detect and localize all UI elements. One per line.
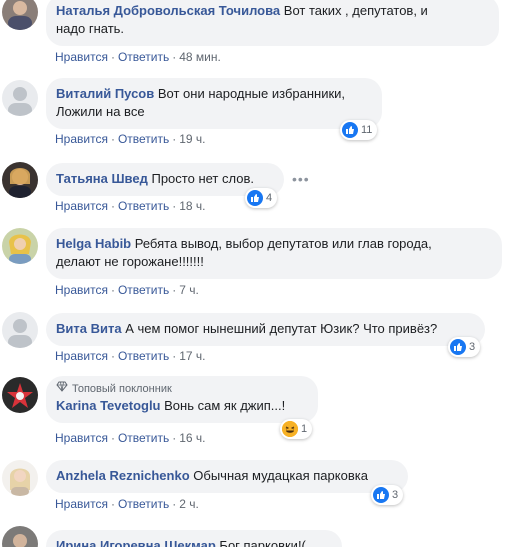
comment-actions: Нравится · Ответить · 2 ч. [55,497,199,511]
like-icon [373,487,389,503]
avatar[interactable] [2,0,38,30]
comment-text: Бог парковки!( [219,538,306,547]
reply-link[interactable]: Ответить [118,50,169,64]
comment-author[interactable]: Вита Вита [56,321,122,336]
reply-link[interactable]: Ответить [118,283,169,297]
like-link[interactable]: Нравится [55,132,108,146]
comment-author[interactable]: Наталья Добровольская Точилова [56,3,280,18]
comment-actions: Нравится · Ответить · 18 ч. [55,199,206,213]
like-link[interactable]: Нравится [55,283,108,297]
comment-author[interactable]: Виталий Пусов [56,86,154,101]
like-link[interactable]: Нравится [55,199,108,213]
comment-author[interactable]: Ирина Игоревна Шекмар [56,538,216,547]
haha-icon [282,421,298,437]
more-options-icon[interactable]: ••• [292,171,310,187]
comment-bubble: Наталья Добровольская Точилова Вот таких… [46,0,499,46]
reaction-number: 11 [361,124,373,136]
comment-text: Вот они народные избранники, [157,86,346,101]
avatar[interactable] [2,526,38,547]
comment-text-line2: Ложили на все [56,104,145,119]
like-link[interactable]: Нравится [55,50,108,64]
comment-time[interactable]: 2 ч. [179,497,199,511]
avatar[interactable] [2,460,38,496]
comment-text: Ребята вывод, выбор депутатов или глав г… [134,236,432,251]
comment-bubble: Виталий Пусов Вот они народные избранник… [46,78,382,129]
avatar[interactable] [2,312,38,348]
comment-text: Вонь сам як джип...! [164,398,286,413]
comment-author[interactable]: Татьяна Швед [56,171,148,186]
comment-bubble: Helga Habib Ребята вывод, выбор депутато… [46,228,502,279]
avatar[interactable] [2,162,38,198]
comment-time[interactable]: 17 ч. [179,349,205,363]
comment-time[interactable]: 18 ч. [179,199,205,213]
reaction-number: 4 [266,192,273,204]
comment-author[interactable]: Helga Habib [56,236,131,251]
comment-actions: Нравится · Ответить · 19 ч. [55,132,206,146]
reaction-number: 3 [469,341,476,353]
avatar[interactable] [2,377,38,413]
comment-actions: Нравится · Ответить · 48 мин. [55,50,221,64]
comment-time[interactable]: 19 ч. [179,132,205,146]
comment-author[interactable]: Karina Tevetoglu [56,398,161,413]
like-link[interactable]: Нравится [55,497,108,511]
comment-text-line2: надо гнать. [56,21,125,36]
reply-link[interactable]: Ответить [118,497,169,511]
comment-text: Вот таких , депутатов, и [283,3,428,18]
comment-text-line2: делают не горожане!!!!!!! [56,254,204,269]
avatar[interactable] [2,228,38,264]
reaction-number: 3 [392,489,399,501]
reaction-count[interactable]: 3 [448,337,481,357]
comment-time[interactable]: 16 ч. [179,431,205,445]
avatar[interactable] [2,80,38,116]
like-icon [342,122,358,138]
comment-bubble: Топовый поклонник Karina Tevetoglu Вонь … [46,376,318,423]
reply-link[interactable]: Ответить [118,349,169,363]
like-icon [247,190,263,206]
reply-link[interactable]: Ответить [118,199,169,213]
reaction-number: 1 [301,423,308,435]
comment-text: Обычная мудацкая парковка [193,468,368,483]
like-link[interactable]: Нравится [55,431,108,445]
comment-bubble: Вита Вита А чем помог нынешний депутат Ю… [46,313,485,346]
top-fan-badge: Топовый поклонник [56,381,307,396]
comment-text: А чем помог нынешний депутат Юзик? Что п… [125,321,438,336]
comment-time[interactable]: 7 ч. [179,283,199,297]
comment-text: Просто нет слов. [151,171,254,186]
like-icon [450,339,466,355]
diamond-icon [56,381,68,396]
comment-actions: Нравится · Ответить · 16 ч. [55,431,206,445]
like-link[interactable]: Нравится [55,349,108,363]
reaction-count[interactable]: 1 [280,419,313,439]
comment-bubble: Anzhela Reznichenko Обычная мудацкая пар… [46,460,408,493]
reply-link[interactable]: Ответить [118,132,169,146]
badge-label: Топовый поклонник [72,382,172,395]
comment-time[interactable]: 48 мин. [179,50,221,64]
reaction-count[interactable]: 3 [371,485,404,505]
reaction-count[interactable]: 4 [245,188,278,208]
comment-bubble: Ирина Игоревна Шекмар Бог парковки!( [46,530,342,547]
comment-author[interactable]: Anzhela Reznichenko [56,468,190,483]
comment-actions: Нравится · Ответить · 7 ч. [55,283,199,297]
reaction-count[interactable]: 11 [340,120,378,140]
reply-link[interactable]: Ответить [118,431,169,445]
comment-actions: Нравится · Ответить · 17 ч. [55,349,206,363]
